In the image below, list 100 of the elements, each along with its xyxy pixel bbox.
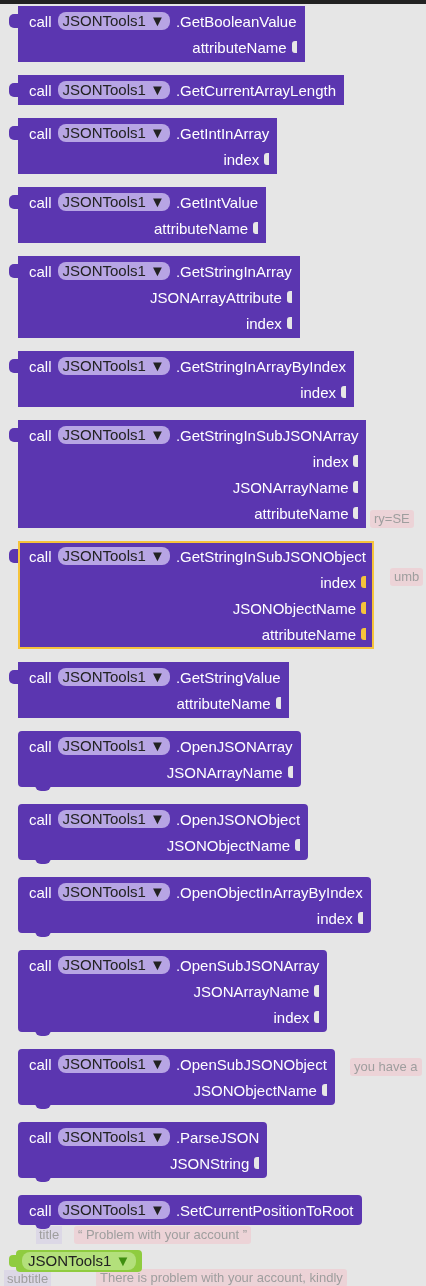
component-dropdown[interactable]: JSONTools1 ▼ [57,737,170,755]
method-block[interactable]: call JSONTools1 ▼ .GetStringInSubJSONObject index JSONObjectName attributeName [18,541,374,649]
parameter-label: index [300,383,336,401]
parameter-label: JSONArrayName [232,478,349,496]
parameter-label: JSONArrayAttribute [150,288,282,306]
component-dropdown[interactable]: JSONTools1 ▼ [57,810,170,828]
method-block[interactable]: call JSONTools1 ▼ .GetStringValue attributeName [18,662,289,718]
method-block[interactable]: call JSONTools1 ▼ .OpenJSONObject JSONObjectName [18,804,309,860]
input-socket-icon [254,1157,260,1169]
method-block[interactable]: call JSONTools1 ▼ .GetIntValue attributeName [18,187,267,243]
parameter-label: attributeName [153,219,249,237]
parameter-label: JSONObjectName [232,599,356,617]
component-dropdown[interactable]: JSONTools1 ▼ [57,193,170,211]
input-socket-icon [314,985,320,997]
call-label: call [29,426,52,444]
method-block[interactable]: call JSONTools1 ▼ .GetStringInSubJSONArray index JSONArrayName attributeName [18,420,367,528]
component-dropdown[interactable]: JSONTools1 ▼ [57,12,170,30]
call-label: call [29,737,52,755]
parameter-label: index [320,573,356,591]
notch-icon [35,1030,51,1036]
method-block[interactable]: call JSONTools1 ▼ .GetIntInArray index [18,118,278,174]
notch-icon [35,1223,51,1229]
call-label: call [29,547,52,565]
component-dropdown[interactable]: JSONTools1 ▼ [57,883,170,901]
parameter-label: attributeName [254,504,349,522]
component-dropdown[interactable]: JSONTools1 ▼ [57,668,170,686]
component-dropdown[interactable]: JSONTools1 ▼ [57,357,170,375]
component-dropdown[interactable]: JSONTools1 ▼ [57,1128,170,1146]
method-name: .GetStringInArray [175,262,292,280]
parameter-label: index [223,150,260,168]
input-socket-icon [361,628,366,640]
parameter-label: JSONObjectName [193,1081,317,1099]
component-dropdown[interactable]: JSONTools1 ▼ [57,1055,170,1073]
notch-icon [35,931,51,937]
input-socket-icon [361,602,366,614]
parameter-label: attributeName [192,38,287,56]
faded-block-text: There is problem with your account, kindly [96,1269,347,1286]
component-block[interactable]: JSONTools1 ▼ [16,1250,143,1272]
component-dropdown[interactable]: JSONTools1 ▼ [57,956,170,974]
method-block[interactable]: call JSONTools1 ▼ .OpenSubJSONObject JSONObjectName [18,1049,335,1105]
notch-icon [35,1103,51,1109]
method-name: .ParseJSON [175,1128,260,1146]
call-label: call [29,12,52,30]
output-plug-icon [9,1255,16,1267]
method-name: .GetIntInArray [175,124,270,142]
input-socket-icon [264,153,270,165]
parameter-label: index [273,1008,310,1026]
parameter-label: index [316,909,353,927]
parameter-label: index [245,314,282,332]
output-plug-icon [9,264,18,278]
method-block[interactable]: call JSONTools1 ▼ .ParseJSON JSONString [18,1122,268,1178]
input-socket-icon [275,697,281,709]
input-socket-icon [353,481,359,493]
faded-block-text: title [36,1226,63,1244]
input-socket-icon [341,386,346,398]
input-socket-icon [291,41,297,53]
call-label: call [29,883,52,901]
call-label: call [29,956,52,974]
faded-block-text: subtitle [4,1270,52,1286]
output-plug-icon [9,549,18,563]
parameter-label: JSONObjectName [166,836,291,854]
input-socket-icon [286,317,292,329]
faded-block-text: “ Problem with your account ” [74,1226,252,1244]
input-socket-icon [321,1084,327,1096]
input-socket-icon [314,1011,320,1023]
method-block[interactable]: call JSONTools1 ▼ .GetStringInArray JSONArrayAttribute index [18,256,300,338]
method-name: .OpenSubJSONObject [175,1055,327,1073]
parameter-label: JSONArrayName [166,763,283,781]
component-dropdown[interactable]: JSONTools1 ▼ [57,81,170,99]
output-plug-icon [9,195,18,209]
component-dropdown[interactable]: JSONTools1 ▼ [57,1201,170,1219]
parameter-label: JSONString [170,1154,250,1172]
input-socket-icon [361,576,366,588]
method-block[interactable]: call JSONTools1 ▼ .SetCurrentPositionToRoot [18,1195,362,1225]
component-dropdown[interactable]: JSONTools1 ▼ [57,262,170,280]
parameter-label: attributeName [261,625,356,643]
method-name: .OpenJSONObject [175,810,301,828]
parameter-label: index [312,452,349,470]
method-block[interactable]: call JSONTools1 ▼ .OpenObjectInArrayByIndex index [18,877,371,933]
output-plug-icon [9,359,18,373]
component-dropdown[interactable]: JSONTools1 ▼ [57,547,170,565]
call-label: call [29,1128,52,1146]
method-block[interactable]: call JSONTools1 ▼ .OpenJSONArray JSONArrayName [18,731,301,787]
method-block[interactable]: call JSONTools1 ▼ .GetBooleanValue attributeName [18,6,305,62]
method-block[interactable]: call JSONTools1 ▼ .GetCurrentArrayLength [18,75,344,105]
call-label: call [29,262,52,280]
method-name: .GetIntValue [175,193,259,211]
faded-block-text: ry=SE [370,510,414,528]
notch-icon [35,785,51,791]
input-socket-icon [287,766,293,778]
method-block[interactable]: call JSONTools1 ▼ .GetStringInArrayByIndex index [18,351,354,407]
call-label: call [29,81,52,99]
component-dropdown[interactable]: JSONTools1 ▼ [57,426,170,444]
output-plug-icon [9,428,18,442]
method-block[interactable]: call JSONTools1 ▼ .OpenSubJSONArray JSONArrayName index [18,950,328,1032]
output-plug-icon [9,83,18,97]
method-name: .GetStringInArrayByIndex [175,357,346,375]
input-socket-icon [353,455,359,467]
component-dropdown[interactable]: JSONTools1 ▼ [57,124,170,142]
method-name: .OpenSubJSONArray [175,956,320,974]
